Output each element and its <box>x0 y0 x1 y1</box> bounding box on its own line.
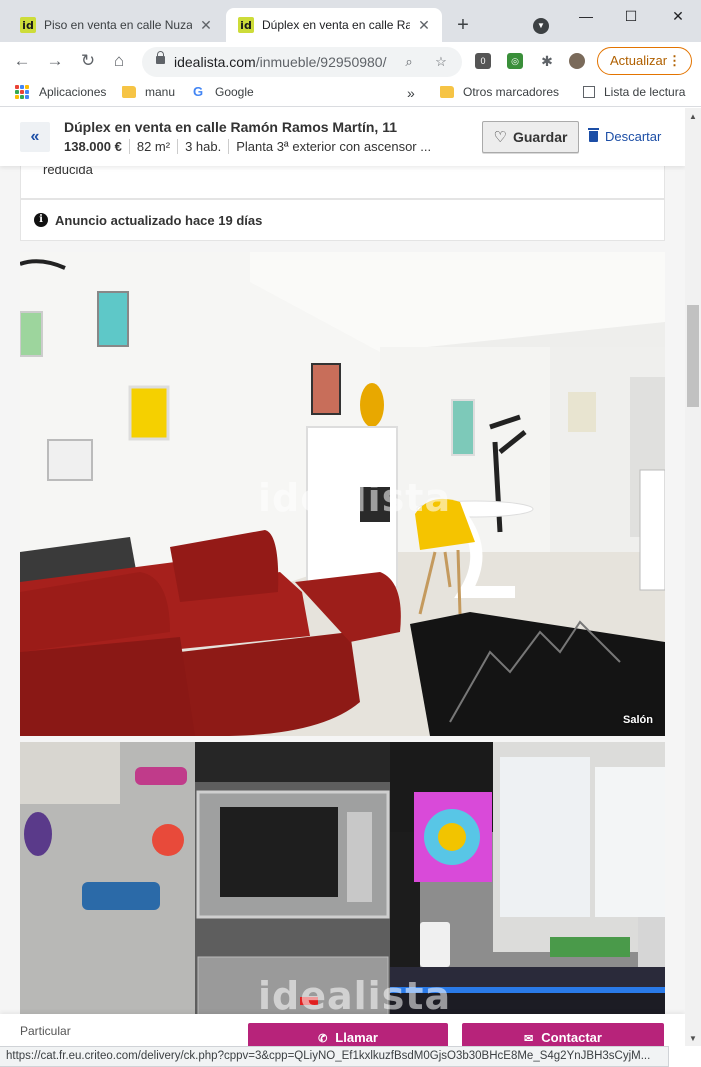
reading-list-button[interactable]: Lista de lectura <box>583 85 685 99</box>
back-arrow-icon[interactable]: ← <box>10 49 34 73</box>
tab-title: Piso en venta en calle Nuzas <box>44 18 192 32</box>
url-text: idealista.com/inmueble/92950980/ <box>174 54 386 70</box>
chat-icon: ✉ <box>524 1033 534 1045</box>
forward-arrow-icon[interactable]: → <box>43 49 67 73</box>
listing-floor: Planta 3ª exterior con ascensor ... <box>228 139 438 154</box>
listing-summary: 138.000 € 82 m² 3 hab. Planta 3ª exterio… <box>64 139 438 154</box>
update-button[interactable]: Actualizar ⋮ <box>597 47 692 75</box>
tab-search-icon[interactable]: ▼ <box>533 18 549 34</box>
maximize-button[interactable]: ☐ <box>608 4 654 28</box>
idealista-watermark: idealista <box>258 476 452 520</box>
advertiser-type: Particular <box>20 1024 71 1038</box>
folder-icon <box>440 86 454 98</box>
call-button-label: Llamar <box>335 1030 378 1045</box>
bookmark-label: Google <box>215 85 254 99</box>
listing-rooms: 3 hab. <box>177 139 228 154</box>
trash-icon <box>588 128 599 142</box>
call-button[interactable]: ✆ Llamar <box>248 1023 448 1046</box>
url-path: /inmueble/92950980/ <box>255 54 387 70</box>
minimize-button[interactable]: — <box>563 4 609 28</box>
apps-grid-icon <box>15 85 29 99</box>
update-button-label: Actualizar <box>610 53 668 68</box>
bookmark-label: Otros marcadores <box>463 85 560 99</box>
bookmark-label: Aplicaciones <box>39 85 107 99</box>
reading-list-icon <box>583 86 595 98</box>
address-bar[interactable]: idealista.com/inmueble/92950980/ ⌕ ☆ <box>142 47 462 77</box>
listing-size: 82 m² <box>128 139 177 154</box>
browser-toolbar: ← → ↻ ⌂ idealista.com/inmueble/92950980/… <box>0 42 701 80</box>
bookmark-other[interactable]: Otros marcadores <box>440 85 559 99</box>
save-button[interactable]: ♡ Guardar <box>482 121 579 153</box>
listing-photo-salon[interactable]: idealista Salón <box>20 252 665 736</box>
heart-icon: ♡ <box>493 129 507 146</box>
profile-avatar[interactable] <box>569 53 585 69</box>
puzzle-extensions-icon[interactable]: ✱ <box>539 53 555 69</box>
zoom-search-icon[interactable]: ⌕ <box>400 53 418 71</box>
info-icon: i <box>34 213 48 227</box>
bookmark-apps[interactable]: Aplicaciones <box>15 85 106 99</box>
tab-title: Dúplex en venta en calle Ram <box>262 18 410 32</box>
bookmark-google[interactable]: G Google <box>193 84 254 100</box>
idealista-favicon-icon: id <box>238 17 254 33</box>
contact-button-label: Contactar <box>541 1030 602 1045</box>
bookmark-star-icon[interactable]: ☆ <box>432 53 450 71</box>
bookmarks-bar: Aplicaciones manu G Google » Otros marca… <box>0 80 701 107</box>
phone-icon: ✆ <box>318 1033 328 1045</box>
listing-page: « Dúplex en venta en calle Ramón Ramos M… <box>0 108 685 1046</box>
reload-icon[interactable]: ↻ <box>76 49 100 73</box>
extension-icon[interactable]: ◎ <box>507 53 523 69</box>
link-status-bar: https://cat.fr.eu.criteo.com/delivery/ck… <box>0 1046 669 1067</box>
menu-dots-icon: ⋮ <box>668 53 681 68</box>
url-domain: idealista.com <box>174 54 256 70</box>
listing-title: Dúplex en venta en calle Ramón Ramos Mar… <box>64 119 397 135</box>
listing-photo-kitchen[interactable]: idealista <box>20 742 665 1046</box>
close-window-button[interactable]: ✕ <box>655 4 701 28</box>
page-scrollbar[interactable]: ▲ ▼ <box>685 108 701 1046</box>
save-button-label: Guardar <box>512 129 568 145</box>
listing-price: 138.000 € <box>64 139 122 154</box>
idealista-watermark: idealista <box>258 974 452 1018</box>
scroll-down-arrow-icon[interactable]: ▼ <box>689 1034 697 1043</box>
tab-piso-nuzas[interactable]: id Piso en venta en calle Nuzas ✕ <box>8 8 224 42</box>
scroll-up-arrow-icon[interactable]: ▲ <box>689 112 697 121</box>
discard-label: Descartar <box>605 129 662 144</box>
idealista-favicon-icon: id <box>20 17 36 33</box>
google-icon: G <box>193 84 204 99</box>
sticky-listing-header: « Dúplex en venta en calle Ramón Ramos M… <box>0 108 685 166</box>
photo-caption: Salón <box>623 714 653 726</box>
contact-button[interactable]: ✉ Contactar <box>462 1023 664 1046</box>
tab-strip: id Piso en venta en calle Nuzas ✕ id Dúp… <box>0 0 701 42</box>
bookmark-manu[interactable]: manu <box>122 85 175 99</box>
scrollbar-thumb[interactable] <box>687 305 699 407</box>
lock-icon <box>156 51 165 64</box>
extension-icon[interactable]: 0 <box>475 53 491 69</box>
folder-icon <box>122 86 136 98</box>
bookmark-label: manu <box>145 85 176 99</box>
updated-notice-card: i Anuncio actualizado hace 19 días <box>20 199 665 241</box>
bookmark-label: Lista de lectura <box>604 85 686 99</box>
discard-link[interactable]: Descartar <box>588 128 662 144</box>
updated-notice: Anuncio actualizado hace 19 días <box>55 212 263 228</box>
bookmarks-overflow-button[interactable]: » <box>407 85 415 101</box>
close-tab-icon[interactable]: ✕ <box>198 17 214 33</box>
new-tab-button[interactable]: + <box>452 14 474 36</box>
back-double-chevron-icon[interactable]: « <box>20 122 50 152</box>
home-icon[interactable]: ⌂ <box>107 49 131 73</box>
close-tab-icon[interactable]: ✕ <box>416 17 432 33</box>
contact-bar: Particular ✆ Llamar ✉ Contactar <box>0 1014 685 1046</box>
tab-duplex-ramon[interactable]: id Dúplex en venta en calle Ram ✕ <box>226 8 442 42</box>
